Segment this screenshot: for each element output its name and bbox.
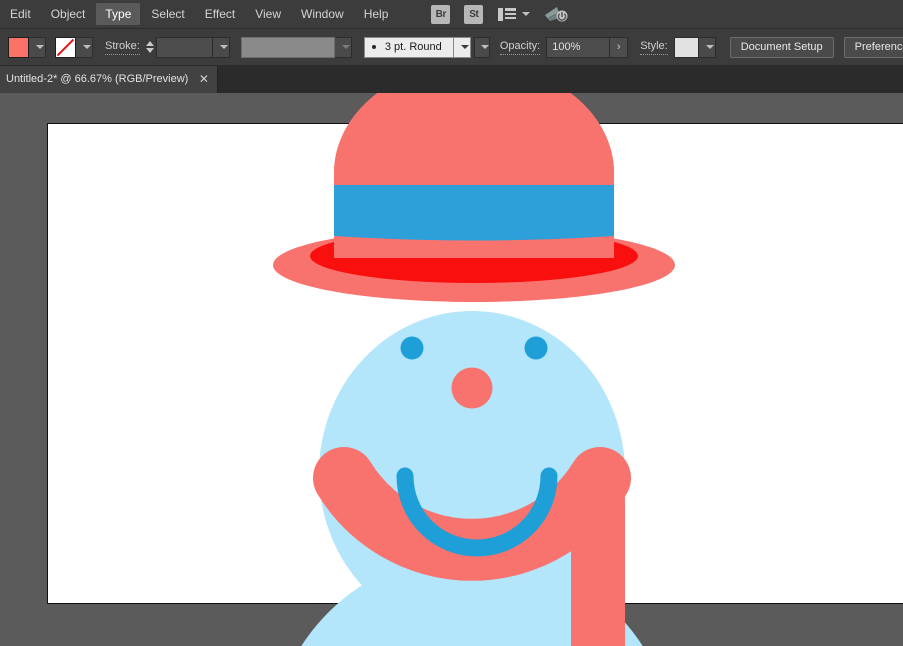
menu-item-select[interactable]: Select	[142, 3, 193, 25]
stroke-weight-dropdown-button[interactable]	[212, 36, 230, 58]
sync-settings-icon[interactable]	[544, 5, 568, 23]
hat-crown-top[interactable]	[334, 93, 614, 185]
artwork-snowman[interactable]	[0, 93, 903, 646]
style-label: Style:	[640, 40, 668, 55]
variable-width-profile-input[interactable]	[240, 36, 335, 58]
stroke-swatch[interactable]	[55, 36, 76, 58]
stepper-up-icon	[145, 41, 154, 46]
fill-swatch[interactable]	[8, 36, 29, 58]
brush-definition-input[interactable]: 3 pt. Round	[363, 36, 454, 58]
hat-band[interactable]	[334, 185, 614, 241]
stroke-control	[55, 36, 93, 58]
opacity-options-button[interactable]: ›	[610, 36, 629, 58]
fill-control	[8, 36, 46, 58]
chevron-down-icon	[460, 45, 469, 49]
stroke-weight-label: Stroke:	[105, 40, 140, 55]
menu-item-edit[interactable]: Edit	[1, 3, 40, 25]
chevron-down-icon	[36, 45, 44, 49]
scarf-tail[interactable]	[571, 473, 625, 646]
style-dropdown-button[interactable]	[698, 36, 716, 58]
document-setup-button[interactable]: Document Setup	[729, 36, 834, 58]
opacity-input[interactable]: 100%	[546, 36, 611, 58]
chevron-down-icon	[341, 45, 350, 49]
menu-item-effect[interactable]: Effect	[196, 3, 244, 25]
chevron-down-icon	[705, 45, 714, 49]
opacity-label[interactable]: Opacity:	[499, 40, 541, 55]
brush-definition-value: 3 pt. Round	[384, 41, 442, 53]
document-tab-title: Untitled-2* @ 66.67% (RGB/Preview)	[6, 73, 189, 85]
brush-definition-group: 3 pt. Round	[363, 36, 471, 58]
stroke-options-button[interactable]	[473, 36, 490, 58]
control-bar: Stroke: 3 pt. Round Opacity: 100% › Styl…	[0, 29, 903, 66]
menu-item-window[interactable]: Window	[292, 3, 353, 25]
stroke-weight-stepper[interactable]	[145, 36, 154, 58]
chevron-down-icon	[219, 45, 228, 49]
document-tab[interactable]: Untitled-2* @ 66.67% (RGB/Preview) ✕	[0, 66, 219, 93]
stroke-dropdown-button[interactable]	[76, 36, 93, 58]
document-tab-bar: Untitled-2* @ 66.67% (RGB/Preview) ✕	[0, 66, 903, 93]
chevron-down-icon	[480, 45, 489, 49]
close-icon[interactable]: ✕	[198, 73, 209, 85]
menu-item-help[interactable]: Help	[355, 3, 398, 25]
bridge-icon[interactable]: Br	[431, 4, 451, 24]
sync-glyph	[545, 7, 568, 22]
stroke-weight-input[interactable]	[155, 36, 213, 58]
style-field-group	[673, 36, 716, 58]
illustrator-window: Edit Object Type Select Effect View Wind…	[0, 0, 903, 646]
chevron-down-icon	[83, 45, 91, 49]
preferences-button[interactable]: Preferences	[843, 36, 903, 58]
canvas-area[interactable]	[0, 93, 903, 646]
graphic-style-swatch[interactable]	[673, 36, 699, 58]
variable-width-dropdown-button[interactable]	[334, 36, 352, 58]
nose-shape[interactable]	[451, 367, 493, 409]
left-eye[interactable]	[400, 336, 424, 360]
chevron-down-icon	[522, 12, 531, 16]
right-eye[interactable]	[524, 336, 548, 360]
variable-width-profile-group	[240, 36, 352, 58]
stock-icon[interactable]: St	[464, 4, 484, 24]
fill-swatch-color	[9, 37, 28, 57]
menu-item-view[interactable]: View	[246, 3, 290, 25]
menu-item-object[interactable]: Object	[42, 3, 95, 25]
opacity-field-group: 100% ›	[546, 36, 629, 58]
stepper-down-icon	[145, 48, 154, 53]
workspace-switcher-icon[interactable]	[498, 7, 531, 21]
menu-bar: Edit Object Type Select Effect View Wind…	[0, 0, 903, 29]
workspace-glyph	[498, 7, 517, 21]
brush-dot-icon	[371, 45, 376, 49]
menu-item-type[interactable]: Type	[96, 3, 141, 25]
stroke-weight-field-group	[155, 36, 230, 58]
brush-definition-dropdown-button[interactable]	[453, 36, 471, 58]
fill-dropdown-button[interactable]	[29, 36, 46, 58]
stroke-none-icon	[56, 37, 75, 57]
